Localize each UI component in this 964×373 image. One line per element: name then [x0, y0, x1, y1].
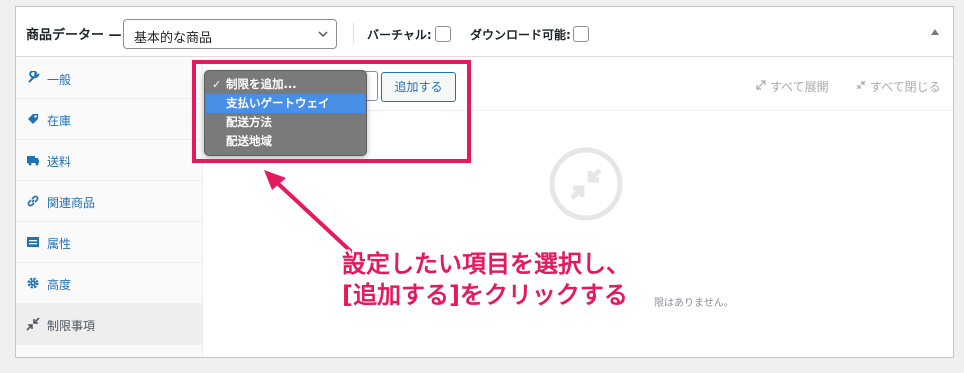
tab-label: 属性: [47, 237, 72, 251]
empty-state-shrink-icon: [549, 147, 623, 221]
chevron-down-icon: [318, 31, 328, 38]
expand-icon: [756, 80, 766, 90]
annotation-highlight-box: [192, 60, 471, 163]
tab-linked-products[interactable]: 関連商品: [16, 181, 202, 222]
annotation-callout: 設定したい項目を選択し、 [追加する]をクリックする: [342, 249, 630, 311]
tab-general[interactable]: 一般: [16, 58, 202, 99]
collapse-all-link[interactable]: すべて閉じる: [870, 78, 941, 95]
shrink-icon: [26, 317, 40, 331]
tab-inventory[interactable]: 在庫: [16, 99, 202, 140]
empty-state-text: 限はありません。: [654, 298, 734, 309]
product-data-header: 商品データー — 基本的な商品 バーチャル: ダウンロード可能:: [16, 7, 953, 57]
tab-label: 関連商品: [47, 196, 96, 210]
tab-label: 送料: [47, 155, 72, 169]
tab-attributes[interactable]: 属性: [16, 222, 202, 263]
product-data-tabs: 一般 在庫 送料 関連商品 属性 高度 制限事項: [16, 58, 203, 357]
callout-line-1: 設定したい項目を選択し、: [342, 250, 630, 278]
callout-line-2: [追加する]をクリックする: [342, 281, 628, 309]
tag-icon: [28, 114, 38, 124]
tab-label: 制限事項: [47, 319, 96, 333]
wrench-icon: [28, 71, 40, 83]
tab-advanced[interactable]: 高度: [16, 263, 202, 304]
virtual-checkbox[interactable]: [435, 26, 451, 42]
tab-label: 在庫: [47, 114, 72, 128]
link-icon: [27, 195, 39, 207]
tab-restrictions[interactable]: 制限事項: [16, 304, 202, 345]
collapse-toggle-icon[interactable]: [931, 29, 939, 35]
product-type-select[interactable]: 基本的な商品: [123, 19, 337, 49]
tab-shipping[interactable]: 送料: [16, 140, 202, 181]
product-type-value: 基本的な商品: [134, 31, 213, 46]
expand-all-link[interactable]: すべて展開: [770, 78, 829, 95]
downloadable-label: ダウンロード可能:: [470, 28, 571, 42]
collapse-icon: [856, 80, 866, 90]
tab-label: 高度: [47, 278, 72, 292]
divider: [353, 23, 354, 43]
tab-label: 一般: [47, 73, 72, 87]
downloadable-checkbox[interactable]: [573, 26, 589, 42]
product-data-title: 商品データー —: [26, 28, 122, 43]
list-icon: [27, 237, 39, 247]
virtual-label: バーチャル:: [367, 28, 432, 42]
truck-icon: [27, 156, 39, 166]
gear-icon: [27, 277, 39, 289]
